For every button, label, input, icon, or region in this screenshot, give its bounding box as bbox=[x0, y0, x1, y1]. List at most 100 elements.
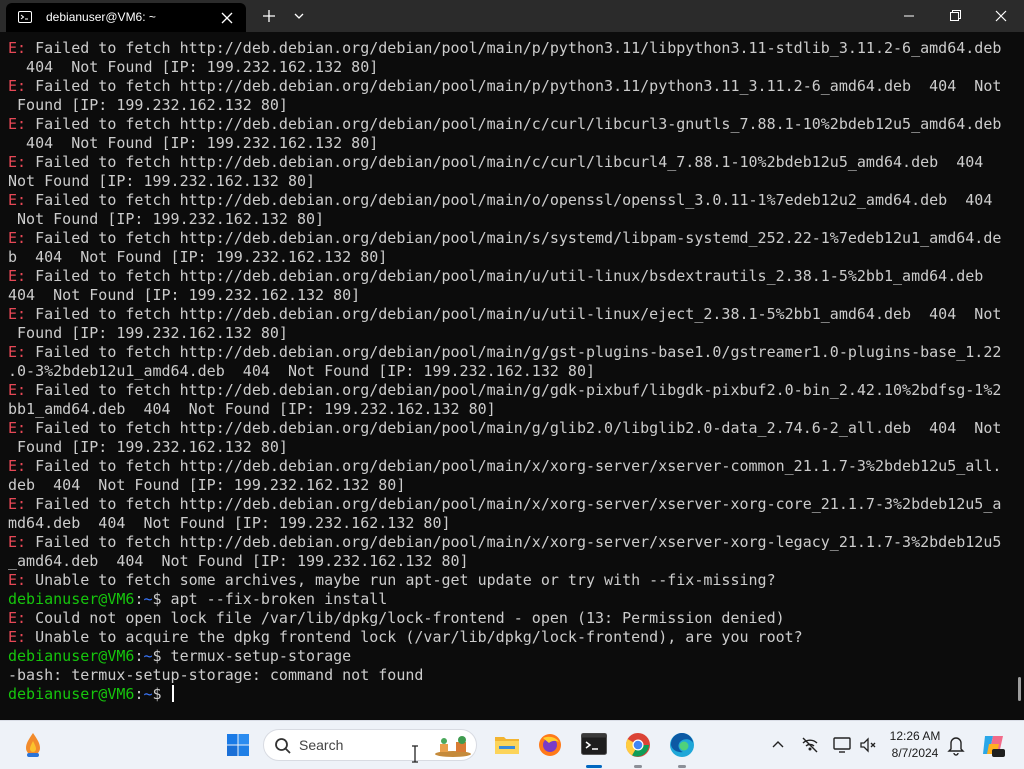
line-text: Failed to fetch http://deb.debian.org/de… bbox=[35, 77, 1002, 95]
error-prefix: E: bbox=[8, 153, 36, 171]
chrome-icon[interactable] bbox=[625, 732, 651, 758]
line-text: Failed to fetch http://deb.debian.org/de… bbox=[35, 419, 1002, 437]
line-text: $ termux-setup-storage bbox=[152, 647, 352, 665]
copilot-icon[interactable] bbox=[980, 732, 1006, 758]
error-prefix: E: bbox=[8, 229, 36, 247]
terminal-line: E: Failed to fetch http://deb.debian.org… bbox=[8, 115, 1008, 134]
line-text: deb 404 Not Found [IP: 199.232.162.132 8… bbox=[8, 476, 406, 494]
search-highlight-icon bbox=[435, 736, 471, 757]
terminal-line: E: Failed to fetch http://deb.debian.org… bbox=[8, 229, 1008, 248]
terminal-line: debianuser@VM6:~$ termux-setup-storage bbox=[8, 647, 1008, 666]
line-text: Unable to fetch some archives, maybe run… bbox=[35, 571, 776, 589]
scrollbar-thumb[interactable] bbox=[1018, 677, 1021, 701]
line-text: 404 Not Found [IP: 199.232.162.132 80] bbox=[8, 134, 379, 152]
line-text: Failed to fetch http://deb.debian.org/de… bbox=[35, 267, 984, 285]
display-icon[interactable] bbox=[832, 735, 852, 755]
terminal-line: debianuser@VM6:~$ apt --fix-broken insta… bbox=[8, 590, 1008, 609]
terminal-line: 404 Not Found [IP: 199.232.162.132 80] bbox=[8, 134, 1008, 153]
terminal-line: E: Failed to fetch http://deb.debian.org… bbox=[8, 495, 1008, 514]
terminal-line: _amd64.deb 404 Not Found [IP: 199.232.16… bbox=[8, 552, 1008, 571]
prompt-user: debianuser@VM6 bbox=[8, 647, 135, 665]
taskbar-search-box[interactable]: Search bbox=[263, 729, 477, 761]
terminal-line: E: Failed to fetch http://deb.debian.org… bbox=[8, 267, 1008, 286]
terminal-line: 404 Not Found [IP: 199.232.162.132 80] bbox=[8, 286, 1008, 305]
file-explorer-icon[interactable] bbox=[494, 733, 520, 757]
terminal-line: E: Unable to fetch some archives, maybe … bbox=[8, 571, 1008, 590]
terminal-line: Found [IP: 199.232.162.132 80] bbox=[8, 96, 1008, 115]
terminal-icon[interactable] bbox=[581, 733, 607, 755]
volume-icon[interactable] bbox=[858, 735, 878, 755]
windows-start-icon[interactable] bbox=[226, 733, 250, 757]
terminal-line: E: Failed to fetch http://deb.debian.org… bbox=[8, 457, 1008, 476]
terminal-line: Found [IP: 199.232.162.132 80] bbox=[8, 438, 1008, 457]
error-prefix: E: bbox=[8, 571, 36, 589]
terminal-line: deb 404 Not Found [IP: 199.232.162.132 8… bbox=[8, 476, 1008, 495]
terminal-line: E: Failed to fetch http://deb.debian.org… bbox=[8, 419, 1008, 438]
close-tab-icon[interactable] bbox=[218, 9, 236, 27]
terminal-line: debianuser@VM6:~$ bbox=[8, 685, 1008, 704]
error-prefix: E: bbox=[8, 457, 36, 475]
title-bar: debianuser@VM6: ~ bbox=[0, 0, 1024, 32]
line-text: Failed to fetch http://deb.debian.org/de… bbox=[35, 381, 1002, 399]
terminal-line: E: Failed to fetch http://deb.debian.org… bbox=[8, 305, 1008, 324]
terminal-line: E: Failed to fetch http://deb.debian.org… bbox=[8, 381, 1008, 400]
network-icon[interactable] bbox=[800, 735, 820, 755]
terminal-line: E: Failed to fetch http://deb.debian.org… bbox=[8, 77, 1008, 96]
line-text: md64.deb 404 Not Found [IP: 199.232.162.… bbox=[8, 514, 451, 532]
error-prefix: E: bbox=[8, 381, 36, 399]
terminal-line: E: Failed to fetch http://deb.debian.org… bbox=[8, 191, 1008, 210]
line-text: Not Found [IP: 199.232.162.132 80] bbox=[8, 172, 316, 190]
error-prefix: E: bbox=[8, 77, 36, 95]
line-text: Failed to fetch http://deb.debian.org/de… bbox=[35, 457, 1002, 475]
terminal-line: Found [IP: 199.232.162.132 80] bbox=[8, 324, 1008, 343]
line-text: Failed to fetch http://deb.debian.org/de… bbox=[35, 495, 1002, 513]
edge-icon[interactable] bbox=[669, 732, 695, 758]
line-text: 404 Not Found [IP: 199.232.162.132 80] bbox=[8, 286, 361, 304]
line-text: Failed to fetch http://deb.debian.org/de… bbox=[35, 39, 1002, 57]
error-prefix: E: bbox=[8, 495, 36, 513]
prompt-user: debianuser@VM6 bbox=[8, 685, 135, 703]
line-text: Unable to acquire the dpkg frontend lock… bbox=[35, 628, 803, 646]
line-text: Found [IP: 199.232.162.132 80] bbox=[8, 438, 288, 456]
error-prefix: E: bbox=[8, 419, 36, 437]
tray-date[interactable]: 8/7/2024 bbox=[880, 746, 950, 761]
terminal-line: md64.deb 404 Not Found [IP: 199.232.162.… bbox=[8, 514, 1008, 533]
line-text: .0-3%2bdeb12u1_amd64.deb 404 Not Found [… bbox=[8, 362, 595, 380]
minimize-icon[interactable] bbox=[898, 6, 920, 26]
error-prefix: E: bbox=[8, 609, 36, 627]
line-text: 404 Not Found [IP: 199.232.162.132 80] bbox=[8, 58, 379, 76]
firefox-icon[interactable] bbox=[537, 732, 563, 758]
chevron-up-icon[interactable] bbox=[770, 737, 786, 753]
terminal-line: Not Found [IP: 199.232.162.132 80] bbox=[8, 172, 1008, 191]
restore-icon[interactable] bbox=[944, 6, 966, 26]
error-prefix: E: bbox=[8, 305, 36, 323]
error-prefix: E: bbox=[8, 39, 36, 57]
terminal-line: E: Failed to fetch http://deb.debian.org… bbox=[8, 533, 1008, 552]
close-window-icon[interactable] bbox=[990, 6, 1012, 26]
line-text: Failed to fetch http://deb.debian.org/de… bbox=[35, 533, 1002, 551]
line-text: b 404 Not Found [IP: 199.232.162.132 80] bbox=[8, 248, 388, 266]
error-prefix: E: bbox=[8, 343, 36, 361]
chevron-down-icon[interactable] bbox=[290, 7, 308, 25]
terminal-line: .0-3%2bdeb12u1_amd64.deb 404 Not Found [… bbox=[8, 362, 1008, 381]
tray-time[interactable]: 12:26 AM bbox=[880, 729, 950, 744]
text-cursor bbox=[171, 685, 174, 702]
line-text: $ bbox=[152, 685, 171, 703]
new-tab-icon[interactable] bbox=[260, 7, 278, 25]
terminal-line: E: Failed to fetch http://deb.debian.org… bbox=[8, 39, 1008, 58]
search-label: Search bbox=[299, 737, 344, 753]
error-prefix: E: bbox=[8, 115, 36, 133]
line-text: Not Found [IP: 199.232.162.132 80] bbox=[8, 210, 325, 228]
notification-bell-icon[interactable] bbox=[946, 734, 966, 756]
prompt-path: ~ bbox=[143, 685, 153, 703]
terminal-line: -bash: termux-setup-storage: command not… bbox=[8, 666, 1008, 685]
terminal-output[interactable]: E: Failed to fetch http://deb.debian.org… bbox=[0, 32, 1024, 720]
line-text: Failed to fetch http://deb.debian.org/de… bbox=[35, 191, 993, 209]
line-text: Found [IP: 199.232.162.132 80] bbox=[8, 96, 288, 114]
terminal-lines: E: Failed to fetch http://deb.debian.org… bbox=[8, 39, 1008, 704]
taskbar: Search 12:26 AM 8/7/2024 bbox=[0, 720, 1024, 769]
line-text: $ apt --fix-broken install bbox=[152, 590, 388, 608]
terminal-tab[interactable]: debianuser@VM6: ~ bbox=[6, 3, 246, 32]
widgets-icon[interactable] bbox=[20, 731, 46, 759]
tab-title: debianuser@VM6: ~ bbox=[46, 10, 156, 24]
